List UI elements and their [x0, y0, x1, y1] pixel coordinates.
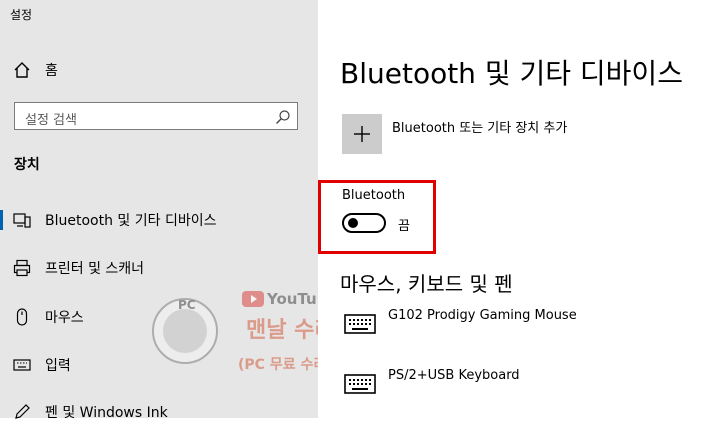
sidebar-item-label: 마우스: [45, 310, 84, 326]
add-device-button[interactable]: [342, 114, 382, 154]
peripherals-header: 마우스, 키보드 및 펜: [340, 272, 513, 296]
pen-icon: [13, 403, 31, 421]
keyboard-icon: [344, 374, 376, 394]
plus-icon: [354, 126, 370, 142]
device-name: PS/2+USB Keyboard: [388, 368, 520, 383]
search-placeholder: 설정 검색: [25, 113, 77, 128]
watermark-logo-text: PC: [178, 298, 196, 312]
printer-icon: [13, 259, 31, 277]
sidebar-item-label: 펜 및 Windows Ink: [45, 405, 168, 421]
mouse-icon: [13, 308, 31, 326]
home-icon: [13, 61, 31, 79]
sidebar-item-bluetooth[interactable]: Bluetooth 및 기타 디바이스: [0, 200, 318, 240]
section-header-devices: 장치: [14, 157, 40, 173]
sidebar-item-label: 입력: [45, 358, 71, 374]
device-item[interactable]: G102 Prodigy Gaming Mouse: [342, 308, 702, 348]
youtube-play-icon: [242, 291, 264, 307]
search-input[interactable]: 설정 검색: [14, 102, 298, 130]
keyboard-icon: [344, 314, 376, 334]
sidebar-item-pen[interactable]: 펜 및 Windows Ink: [0, 392, 318, 432]
search-icon[interactable]: [275, 109, 291, 125]
device-name: G102 Prodigy Gaming Mouse: [388, 308, 577, 323]
bluetooth-devices-icon: [13, 211, 31, 229]
app-title: 설정: [10, 8, 33, 22]
main-content: Bluetooth 및 기타 디바이스 Bluetooth 또는 기타 장치 추…: [318, 0, 712, 418]
sidebar-item-label: 프린터 및 스캐너: [45, 261, 145, 277]
keyboard-icon: [13, 356, 31, 374]
youtube-badge: YouTube: [242, 288, 338, 310]
sidebar-item-label: Bluetooth 및 기타 디바이스: [45, 213, 217, 229]
sidebar-item-home[interactable]: 홈: [0, 50, 318, 90]
add-device-label[interactable]: Bluetooth 또는 기타 장치 추가: [392, 117, 567, 136]
highlight-annotation: [318, 180, 436, 254]
device-item[interactable]: PS/2+USB Keyboard: [342, 368, 702, 408]
page-title: Bluetooth 및 기타 디바이스: [340, 57, 683, 90]
sidebar-item-label: 홈: [45, 63, 58, 79]
